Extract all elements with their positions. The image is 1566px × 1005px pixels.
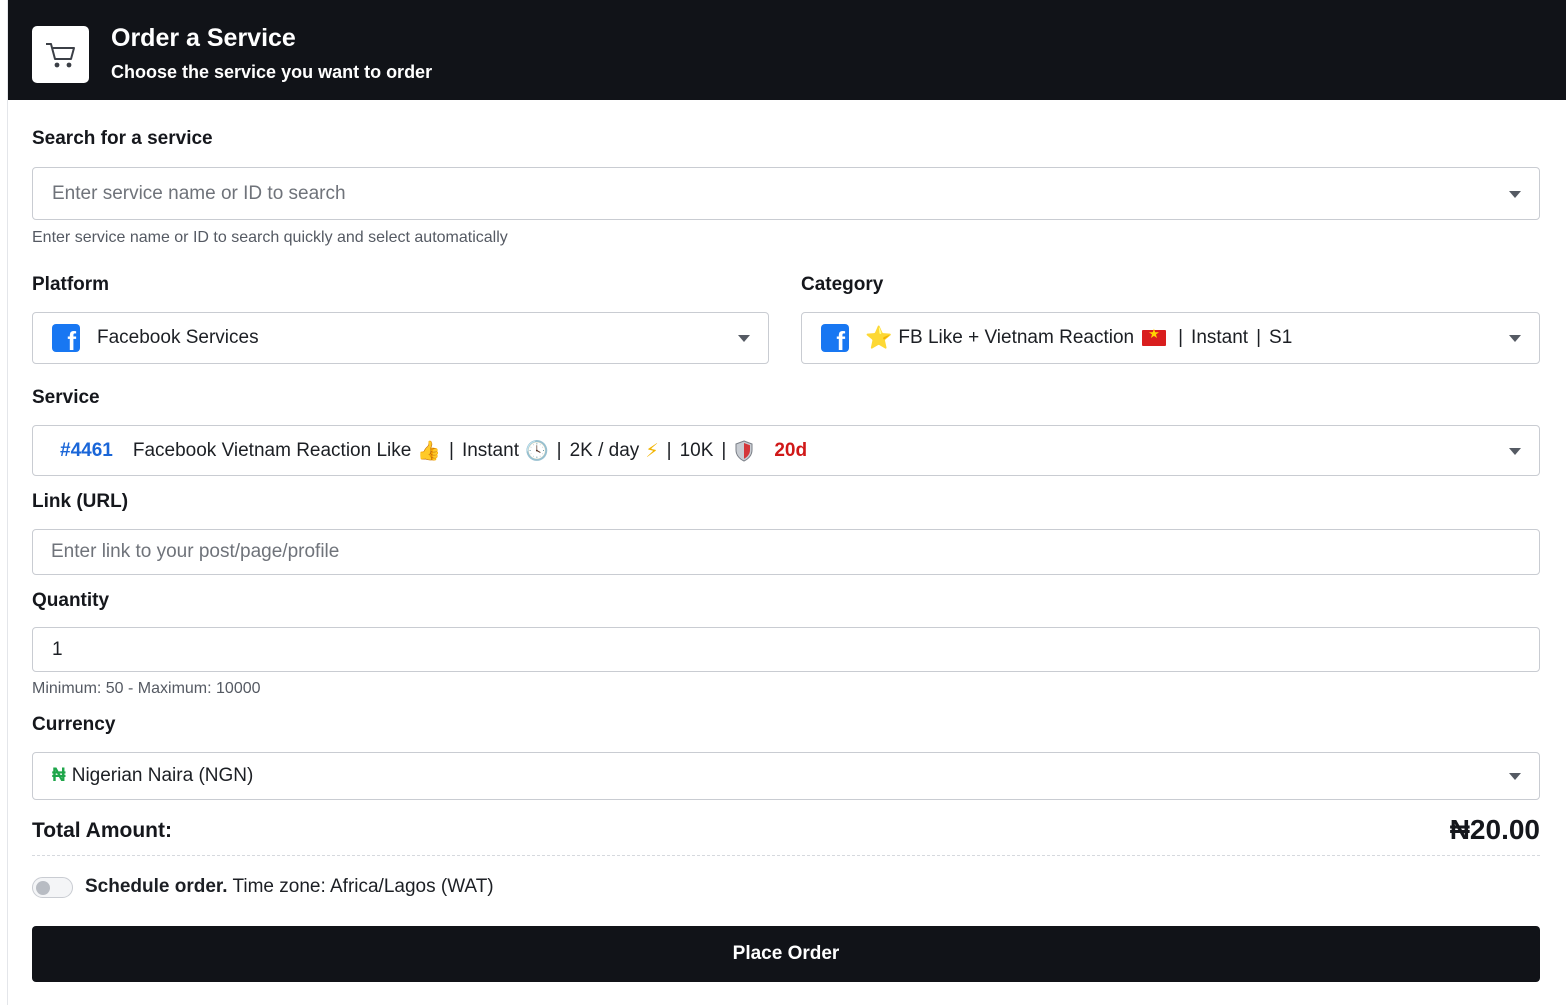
search-label: Search for a service <box>32 128 213 149</box>
category-tag-s1: S1 <box>1269 327 1293 348</box>
link-label: Link (URL) <box>32 491 129 512</box>
chevron-down-icon <box>1509 773 1521 780</box>
star-icon: ⭐ <box>865 325 893 351</box>
facebook-icon: f <box>52 324 80 354</box>
currency-label: Currency <box>32 714 116 735</box>
chevron-down-icon <box>738 335 750 342</box>
chevron-down-icon <box>1509 447 1521 455</box>
clock-icon: 🕓 <box>524 440 549 462</box>
total-amount: ₦20.00 <box>1449 814 1540 845</box>
thumbs-up-icon: 👍 <box>417 440 441 462</box>
separator: | <box>721 439 727 461</box>
naira-icon: ₦ <box>52 765 66 786</box>
total-row: Total Amount: ₦20.00 <box>32 814 1540 856</box>
search-help-text: Enter service name or ID to search quick… <box>32 229 508 246</box>
chevron-down-icon <box>1509 190 1521 198</box>
service-max: 10K <box>679 439 714 461</box>
separator: | <box>1178 327 1184 348</box>
facebook-icon: f <box>821 324 849 354</box>
category-label: Category <box>801 274 884 295</box>
schedule-text: Schedule order. Time zone: Africa/Lagos … <box>85 876 494 898</box>
lightning-icon: ⚡ <box>645 439 659 462</box>
toggle-knob <box>36 881 50 895</box>
service-rate: 2K / day <box>569 439 640 461</box>
quantity-value: 1 <box>52 638 63 660</box>
order-header: Order a Service Choose the service you w… <box>8 0 1566 100</box>
link-placeholder: Enter link to your post/page/profile <box>51 541 340 562</box>
search-service-select[interactable]: Enter service name or ID to search <box>32 167 1540 220</box>
platform-value: Facebook Services <box>97 327 259 348</box>
vietnam-flag-icon <box>1142 327 1167 346</box>
service-speed: Instant <box>461 439 519 461</box>
category-tag-instant: Instant <box>1191 327 1249 348</box>
schedule-timezone: Time zone: Africa/Lagos (WAT) <box>232 876 494 897</box>
platform-select[interactable]: f Facebook Services <box>32 312 769 364</box>
currency-value: Nigerian Naira (NGN) <box>71 765 254 786</box>
category-name: FB Like + Vietnam Reaction <box>898 327 1135 348</box>
quantity-help-text: Minimum: 50 - Maximum: 10000 <box>32 680 261 697</box>
link-input[interactable]: Enter link to your post/page/profile <box>32 529 1540 575</box>
schedule-label: Schedule order. <box>85 876 228 897</box>
chevron-down-icon <box>1509 335 1521 342</box>
shield-icon <box>734 439 754 462</box>
total-label: Total Amount: <box>32 819 172 842</box>
service-id: #4461 <box>60 439 113 461</box>
quantity-label: Quantity <box>32 590 110 611</box>
place-order-button[interactable]: Place Order <box>32 926 1540 982</box>
service-select[interactable]: #4461 Facebook Vietnam Reaction Like 👍 |… <box>32 425 1540 476</box>
service-label: Service <box>32 387 100 408</box>
category-select[interactable]: f ⭐ FB Like + Vietnam Reaction | Instant… <box>801 312 1540 364</box>
shopping-cart-icon <box>32 26 89 83</box>
order-form-page: Order a Service Choose the service you w… <box>7 0 1566 1005</box>
search-placeholder: Enter service name or ID to search <box>52 182 346 204</box>
place-order-label: Place Order <box>732 943 840 964</box>
separator: | <box>1256 327 1262 348</box>
service-name: Facebook Vietnam Reaction Like <box>132 439 412 461</box>
separator: | <box>666 439 672 461</box>
page-title: Order a Service <box>111 24 296 52</box>
platform-label: Platform <box>32 274 110 295</box>
quantity-input[interactable]: 1 <box>32 627 1540 672</box>
page-subtitle: Choose the service you want to order <box>111 62 433 82</box>
currency-select[interactable]: ₦ Nigerian Naira (NGN) <box>32 752 1540 800</box>
service-guarantee: 20d <box>774 439 808 461</box>
separator: | <box>556 439 562 461</box>
separator: | <box>449 439 454 461</box>
schedule-toggle[interactable] <box>32 877 73 898</box>
